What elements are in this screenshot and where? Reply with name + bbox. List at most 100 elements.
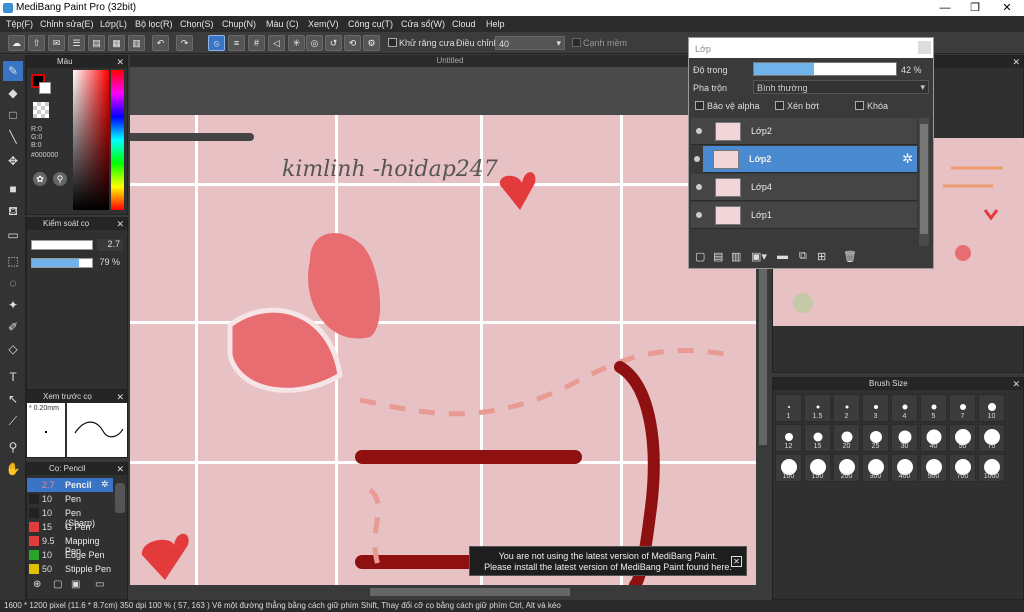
new-8bit-layer-icon[interactable]: ▥ [731, 250, 741, 263]
menu-window[interactable]: Cửa sổ(W) [401, 19, 445, 29]
visibility-icon[interactable] [694, 156, 700, 162]
fill-rect-tool-icon[interactable]: ■ [3, 179, 23, 199]
brush-settings-icon[interactable]: ▣ [71, 579, 80, 590]
lasso-tool-icon[interactable]: ◌ [3, 273, 23, 293]
gear-icon[interactable]: ✲ [101, 479, 109, 490]
layer-panel-close-button[interactable] [918, 41, 931, 54]
brush-size-option[interactable]: 50 [949, 424, 976, 452]
snap-off-icon[interactable]: ⦸ [208, 35, 225, 51]
menu-color[interactable]: Màu (C) [266, 19, 299, 29]
layer-scroll-thumb[interactable] [920, 124, 928, 234]
saturation-value-picker[interactable] [73, 70, 109, 210]
brush-size-option[interactable]: 1000 [978, 454, 1005, 482]
folder-icon[interactable]: ▬ [777, 250, 788, 262]
brush-item[interactable]: 50 Stipple Pen [27, 562, 113, 576]
close-icon[interactable]: ✕ [1012, 378, 1020, 390]
move-tool-icon[interactable]: ✥ [3, 151, 23, 171]
brush-size-option[interactable]: 150 [804, 454, 831, 482]
adjust-dropdown[interactable]: 40 ▾ [495, 36, 565, 50]
new-halftone-layer-icon[interactable]: ▤ [713, 250, 723, 263]
brush-tool-icon[interactable]: ✎ [3, 61, 23, 81]
eraser-tool-icon[interactable]: ◆ [3, 83, 23, 103]
menu-tools[interactable]: Công cụ(T) [348, 19, 393, 29]
chat-icon[interactable]: ☰ [68, 35, 85, 51]
magic-wand-tool-icon[interactable]: ✦ [3, 295, 23, 315]
line-tool-icon[interactable]: ╲ [3, 127, 23, 147]
menu-layer[interactable]: Lớp(L) [100, 19, 127, 29]
menu-file[interactable]: Tệp(F) [6, 19, 33, 29]
select-pen-tool-icon[interactable]: ✐ [3, 317, 23, 337]
settings-snap-icon[interactable]: ⚙ [363, 35, 380, 51]
brush-opacity-slider[interactable] [31, 258, 93, 268]
rectangle-tool-icon[interactable]: □ [3, 105, 23, 125]
new-layer-icon[interactable]: ▢ [695, 250, 705, 263]
drawing-canvas[interactable]: kimlinh -hoidap247 [130, 115, 756, 585]
gear-icon[interactable]: ✲ [902, 151, 913, 167]
brush-size-option[interactable]: 20 [833, 424, 860, 452]
horizontal-scroll-thumb[interactable] [370, 588, 570, 596]
select-tool-icon[interactable]: ⬚ [3, 251, 23, 271]
undo-icon[interactable]: ↶ [152, 35, 169, 51]
brush-size-option[interactable]: 1.5 [804, 394, 831, 422]
brush-item[interactable]: 10 Edge Pen [27, 548, 113, 562]
layer-opacity-slider[interactable] [753, 62, 897, 76]
brush-size-option[interactable]: 12 [775, 424, 802, 452]
brush-size-option[interactable]: 70 [978, 424, 1005, 452]
document-tab[interactable]: Untitled [130, 55, 770, 67]
brush-size-option[interactable]: 500 [920, 454, 947, 482]
clip-checkbox[interactable] [775, 101, 784, 110]
brush-size-option[interactable]: 400 [891, 454, 918, 482]
close-icon[interactable]: ✕ [1012, 56, 1020, 68]
add-brush-icon[interactable]: ⊕ [33, 579, 41, 590]
delete-brush-icon[interactable]: ▭ [95, 579, 104, 590]
update-notification[interactable]: You are not using the latest version of … [469, 546, 747, 576]
eyedropper-icon[interactable]: ⚲ [53, 172, 67, 186]
bucket-tool-icon[interactable]: ⛾ [3, 201, 23, 221]
close-icon[interactable]: ✕ [116, 218, 124, 230]
menu-edit[interactable]: Chỉnh sửa(E) [40, 19, 94, 29]
grid-icon[interactable]: ▦ [108, 35, 125, 51]
close-window-button[interactable]: ✕ [992, 0, 1022, 16]
brush-size-option[interactable]: 4 [891, 394, 918, 422]
circle-snap-icon[interactable]: ◎ [306, 35, 323, 51]
delete-layer-icon[interactable]: 🗑 [843, 250, 857, 263]
cross-snap-icon[interactable]: # [248, 35, 265, 51]
hand-tool-icon[interactable]: ✋ [3, 459, 23, 479]
background-color-swatch[interactable] [39, 82, 51, 94]
horizontal-scrollbar[interactable] [130, 585, 756, 599]
close-icon[interactable]: ✕ [116, 463, 124, 475]
page-icon[interactable]: ▤ [88, 35, 105, 51]
hue-slider[interactable] [111, 70, 124, 210]
notification-close-button[interactable]: ✕ [731, 556, 742, 567]
upload-icon[interactable]: ⇧ [28, 35, 45, 51]
protect-alpha-checkbox[interactable] [695, 101, 704, 110]
new-brush-icon[interactable]: ▢ [53, 579, 62, 590]
visibility-icon[interactable] [696, 184, 702, 190]
brush-size-option[interactable]: 2 [833, 394, 860, 422]
brush-list-scrollbar[interactable] [115, 483, 125, 513]
layer-row[interactable]: Lớp2 [691, 118, 917, 145]
brush-item[interactable]: 10 Pen (Sharp) [27, 506, 113, 528]
divide-tool-icon[interactable]: ⟋ [3, 411, 23, 431]
brush-size-option[interactable]: 30 [891, 424, 918, 452]
radial-snap-icon[interactable]: ✳ [288, 35, 305, 51]
brush-size-option[interactable]: 1 [775, 394, 802, 422]
visibility-icon[interactable] [696, 128, 702, 134]
curve-snap-icon[interactable]: ↺ [325, 35, 342, 51]
operation-tool-icon[interactable]: ↖ [3, 389, 23, 409]
select-eraser-tool-icon[interactable]: ◇ [3, 339, 23, 359]
blend-mode-dropdown[interactable]: Bình thường ▾ [753, 80, 929, 94]
vanish-snap-icon[interactable]: ◁ [268, 35, 285, 51]
brush-size-value[interactable]: 2.7 [97, 239, 123, 251]
brush-size-option[interactable]: 15 [804, 424, 831, 452]
menu-select[interactable]: Chọn(S) [180, 19, 214, 29]
smooth-edge-checkbox[interactable] [572, 38, 581, 47]
brush-size-option[interactable]: 25 [862, 424, 889, 452]
layer-scrollbar[interactable] [919, 118, 929, 246]
antialias-checkbox[interactable] [388, 38, 397, 47]
menu-view[interactable]: Xem(V) [308, 19, 339, 29]
brush-size-slider[interactable] [31, 240, 93, 250]
add-layer-menu-icon[interactable]: ▣▾ [751, 250, 767, 263]
lock-checkbox[interactable] [855, 101, 864, 110]
close-icon[interactable]: ✕ [116, 391, 124, 403]
